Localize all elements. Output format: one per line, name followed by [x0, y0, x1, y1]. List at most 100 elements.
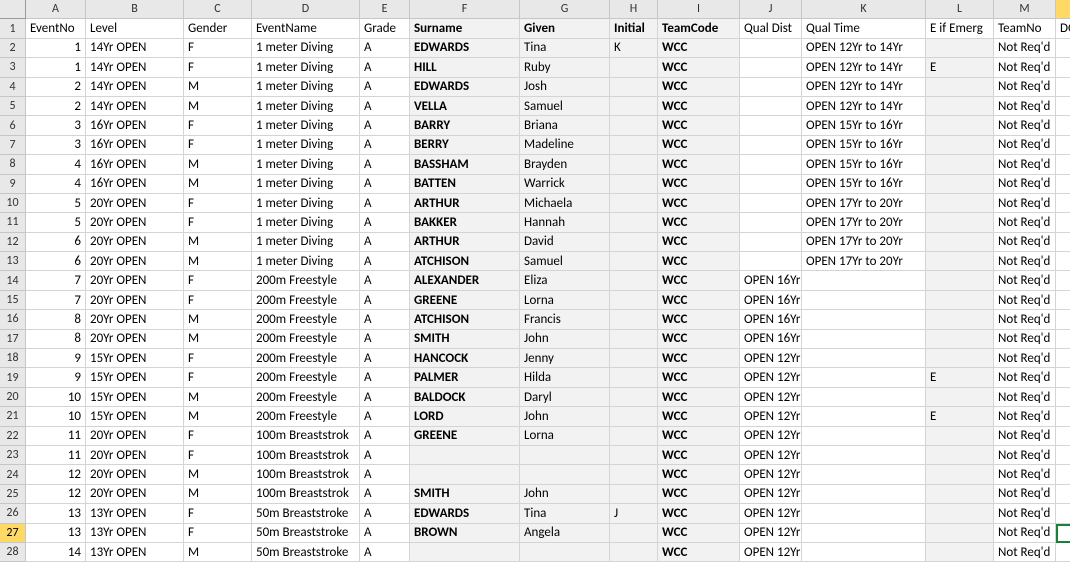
row-header-7[interactable]: 7: [0, 136, 26, 155]
header-cell-G[interactable]: Given: [520, 19, 610, 38]
col-header-G[interactable]: G: [520, 0, 610, 19]
cell-J17[interactable]: OPEN 16Yr to 20Yr: [740, 330, 802, 349]
cell-L21[interactable]: E: [926, 407, 994, 426]
cell-B24[interactable]: 20Yr OPEN: [86, 465, 184, 484]
col-header-K[interactable]: K: [802, 0, 926, 19]
cell-I21[interactable]: WCC: [658, 407, 740, 426]
row-header-24[interactable]: 24: [0, 465, 26, 484]
cell-N11[interactable]: [1056, 213, 1070, 232]
cell-M7[interactable]: Not Req'd: [994, 136, 1056, 155]
cell-F5[interactable]: VELLA: [410, 97, 520, 116]
cell-F26[interactable]: EDWARDS: [410, 504, 520, 523]
cell-L18[interactable]: [926, 349, 994, 368]
cell-G24[interactable]: [520, 465, 610, 484]
cell-L11[interactable]: [926, 213, 994, 232]
cell-F13[interactable]: ATCHISON: [410, 252, 520, 271]
cell-G17[interactable]: John: [520, 330, 610, 349]
cell-J12[interactable]: [740, 233, 802, 252]
cell-J13[interactable]: [740, 252, 802, 271]
cell-I9[interactable]: WCC: [658, 175, 740, 194]
cell-J7[interactable]: [740, 136, 802, 155]
cell-M3[interactable]: Not Req'd: [994, 58, 1056, 77]
cell-J16[interactable]: OPEN 16Yr to 20Yr: [740, 310, 802, 329]
cell-B12[interactable]: 20Yr OPEN: [86, 233, 184, 252]
cell-C21[interactable]: M: [184, 407, 252, 426]
cell-H16[interactable]: [610, 310, 658, 329]
cell-I4[interactable]: WCC: [658, 78, 740, 97]
cell-B9[interactable]: 16Yr OPEN: [86, 175, 184, 194]
cell-D26[interactable]: 50m Breaststroke: [252, 504, 360, 523]
cell-C11[interactable]: F: [184, 213, 252, 232]
cell-D4[interactable]: 1 meter Diving: [252, 78, 360, 97]
cell-A12[interactable]: 6: [26, 233, 86, 252]
cell-I2[interactable]: WCC: [658, 39, 740, 58]
cell-C16[interactable]: M: [184, 310, 252, 329]
cell-L25[interactable]: [926, 485, 994, 504]
cell-F18[interactable]: HANCOCK: [410, 349, 520, 368]
cell-J19[interactable]: OPEN 12Yr to 15Yr: [740, 368, 802, 387]
cell-H20[interactable]: [610, 388, 658, 407]
cell-N27[interactable]: [1056, 524, 1070, 543]
cell-A14[interactable]: 7: [26, 271, 86, 290]
cell-E19[interactable]: A: [360, 368, 410, 387]
cell-M22[interactable]: Not Req'd: [994, 427, 1056, 446]
cell-E21[interactable]: A: [360, 407, 410, 426]
cell-K22[interactable]: [802, 427, 926, 446]
cell-A21[interactable]: 10: [26, 407, 86, 426]
cell-L2[interactable]: [926, 39, 994, 58]
cell-F15[interactable]: GREENE: [410, 291, 520, 310]
cell-B8[interactable]: 16Yr OPEN: [86, 155, 184, 174]
cell-E11[interactable]: A: [360, 213, 410, 232]
cell-A5[interactable]: 2: [26, 97, 86, 116]
cell-I26[interactable]: WCC: [658, 504, 740, 523]
cell-I19[interactable]: WCC: [658, 368, 740, 387]
cell-G12[interactable]: David: [520, 233, 610, 252]
cell-L4[interactable]: [926, 78, 994, 97]
cell-B10[interactable]: 20Yr OPEN: [86, 194, 184, 213]
cell-M14[interactable]: Not Req'd: [994, 271, 1056, 290]
cell-I27[interactable]: WCC: [658, 524, 740, 543]
cell-N17[interactable]: [1056, 330, 1070, 349]
cell-L10[interactable]: [926, 194, 994, 213]
cell-L8[interactable]: [926, 155, 994, 174]
header-cell-C[interactable]: Gender: [184, 19, 252, 38]
cell-A13[interactable]: 6: [26, 252, 86, 271]
cell-F14[interactable]: ALEXANDER: [410, 271, 520, 290]
cell-H27[interactable]: [610, 524, 658, 543]
header-cell-F[interactable]: Surname: [410, 19, 520, 38]
cell-F7[interactable]: BERRY: [410, 136, 520, 155]
cell-N22[interactable]: [1056, 427, 1070, 446]
cell-G13[interactable]: Samuel: [520, 252, 610, 271]
cell-K16[interactable]: [802, 310, 926, 329]
cell-A20[interactable]: 10: [26, 388, 86, 407]
cell-G4[interactable]: Josh: [520, 78, 610, 97]
cell-A6[interactable]: 3: [26, 116, 86, 135]
cell-D20[interactable]: 200m Freestyle: [252, 388, 360, 407]
cell-A24[interactable]: 12: [26, 465, 86, 484]
cell-D9[interactable]: 1 meter Diving: [252, 175, 360, 194]
cell-C8[interactable]: M: [184, 155, 252, 174]
cell-C13[interactable]: M: [184, 252, 252, 271]
cell-C3[interactable]: F: [184, 58, 252, 77]
cell-B13[interactable]: 20Yr OPEN: [86, 252, 184, 271]
cell-A16[interactable]: 8: [26, 310, 86, 329]
cell-K26[interactable]: [802, 504, 926, 523]
cell-G18[interactable]: Jenny: [520, 349, 610, 368]
col-header-D[interactable]: D: [252, 0, 360, 19]
cell-K13[interactable]: OPEN 17Yr to 20Yr: [802, 252, 926, 271]
cell-I15[interactable]: WCC: [658, 291, 740, 310]
col-header-C[interactable]: C: [184, 0, 252, 19]
cell-N25[interactable]: [1056, 485, 1070, 504]
cell-B15[interactable]: 20Yr OPEN: [86, 291, 184, 310]
cell-K27[interactable]: [802, 524, 926, 543]
cell-M8[interactable]: Not Req'd: [994, 155, 1056, 174]
row-header-20[interactable]: 20: [0, 388, 26, 407]
cell-F3[interactable]: HILL: [410, 58, 520, 77]
cell-K15[interactable]: [802, 291, 926, 310]
cell-G19[interactable]: Hilda: [520, 368, 610, 387]
cell-G25[interactable]: John: [520, 485, 610, 504]
cell-J26[interactable]: OPEN 12Yr to 13Yr: [740, 504, 802, 523]
cell-F21[interactable]: LORD: [410, 407, 520, 426]
cell-K14[interactable]: [802, 271, 926, 290]
cell-J15[interactable]: OPEN 16Yr to 20Yr: [740, 291, 802, 310]
